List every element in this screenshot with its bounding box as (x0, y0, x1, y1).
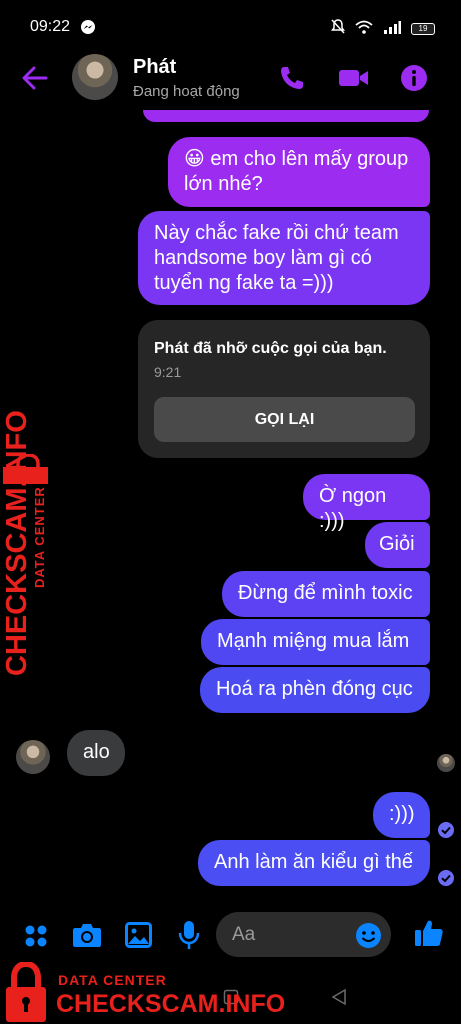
message-text: Mạnh miệng mua lắm (217, 630, 410, 652)
phone-icon[interactable] (278, 64, 306, 97)
message-text: 😀 em cho lên mấy group (184, 148, 409, 170)
status-bar: 09:22 19 (0, 0, 461, 52)
status-icons: 19 (331, 19, 435, 39)
message-bubble-received[interactable]: alo (67, 730, 125, 776)
read-receipt-avatar (437, 754, 455, 772)
call-back-button[interactable]: GỌI LẠI (154, 397, 415, 442)
message-text: Đừng để mình toxic (238, 582, 413, 604)
missed-call-time: 9:21 (154, 364, 182, 380)
contact-status: Đang hoạt động (133, 83, 240, 100)
status-time: 09:22 (30, 18, 71, 35)
missed-call-card: Phát đã nhỡ cuộc gọi của bạn. 9:21 GỌI L… (138, 320, 430, 458)
info-icon[interactable] (400, 64, 428, 97)
message-bubble-sent[interactable]: :))) (373, 792, 430, 838)
back-arrow-icon[interactable] (22, 66, 48, 95)
mute-bell-icon (331, 19, 345, 39)
watermark-caption: DATA CENTER (58, 972, 167, 988)
gallery-icon[interactable] (125, 922, 152, 953)
message-bubble-sent[interactable]: Đừng để mình toxic (222, 571, 430, 617)
message-text: lớn nhé? (184, 173, 263, 195)
message-bubble-sent[interactable]: Hoá ra phèn đóng cục (200, 667, 430, 713)
like-thumb-icon[interactable] (414, 918, 444, 953)
delivered-check-icon (438, 870, 454, 886)
message-text: handsome boy làm gì có (154, 247, 372, 269)
message-bubble-sent[interactable]: Ờ ngon :))) (303, 474, 430, 532)
message-text: tuyển ng fake ta =))) (154, 272, 334, 294)
chat-header: Phát Đang hoạt động (0, 52, 461, 110)
watermark-side: CHECKSCAM.INFO DATA CENTER (1, 410, 52, 676)
contact-avatar-small[interactable] (16, 740, 50, 774)
message-text: alo (83, 741, 110, 763)
message-bubble-sent[interactable]: 😀 em cho lên mấy group lớn nhé? (168, 137, 430, 207)
contact-name[interactable]: Phát (133, 56, 176, 79)
message-bubble-partial (143, 110, 429, 122)
watermark-caption: DATA CENTER (32, 486, 47, 588)
message-text: Anh làm ăn kiểu gì thế (214, 851, 414, 873)
menu-grid-icon[interactable] (24, 924, 48, 953)
missed-call-title: Phát đã nhỡ cuộc gọi của bạn. (154, 340, 387, 357)
video-call-icon[interactable] (338, 64, 370, 97)
message-bubble-sent[interactable]: Này chắc fake rồi chứ team handsome boy … (138, 211, 430, 305)
camera-icon[interactable] (72, 922, 102, 953)
watermark-bottom: DATA CENTER CHECKSCAM.INFO (0, 960, 461, 1024)
signal-icon (383, 20, 401, 39)
message-text: :))) (389, 803, 415, 825)
messenger-notification-icon (80, 19, 96, 40)
message-composer (0, 906, 461, 964)
battery-icon: 19 (411, 23, 435, 35)
message-text: Giỏi (379, 533, 415, 555)
watermark-brand: CHECKSCAM.INFO (1, 410, 33, 676)
message-text: Này chắc fake rồi chứ team (154, 222, 399, 244)
watermark-lock-icon (4, 960, 48, 1024)
message-text: Hoá ra phèn đóng cục (216, 678, 413, 700)
delivered-check-icon (438, 822, 454, 838)
message-bubble-sent[interactable]: Mạnh miệng mua lắm (201, 619, 430, 665)
watermark-brand: CHECKSCAM.INFO (56, 990, 286, 1018)
message-bubble-sent[interactable]: Anh làm ăn kiểu gì thế (198, 840, 430, 886)
contact-avatar[interactable] (72, 54, 118, 100)
microphone-icon[interactable] (178, 920, 200, 955)
message-bubble-sent[interactable]: Giỏi (365, 522, 430, 568)
wifi-icon (355, 20, 373, 39)
watermark-side-text: CHECKSCAM.INFO DATA CENTER (1, 410, 52, 676)
emoji-icon[interactable] (355, 922, 382, 954)
